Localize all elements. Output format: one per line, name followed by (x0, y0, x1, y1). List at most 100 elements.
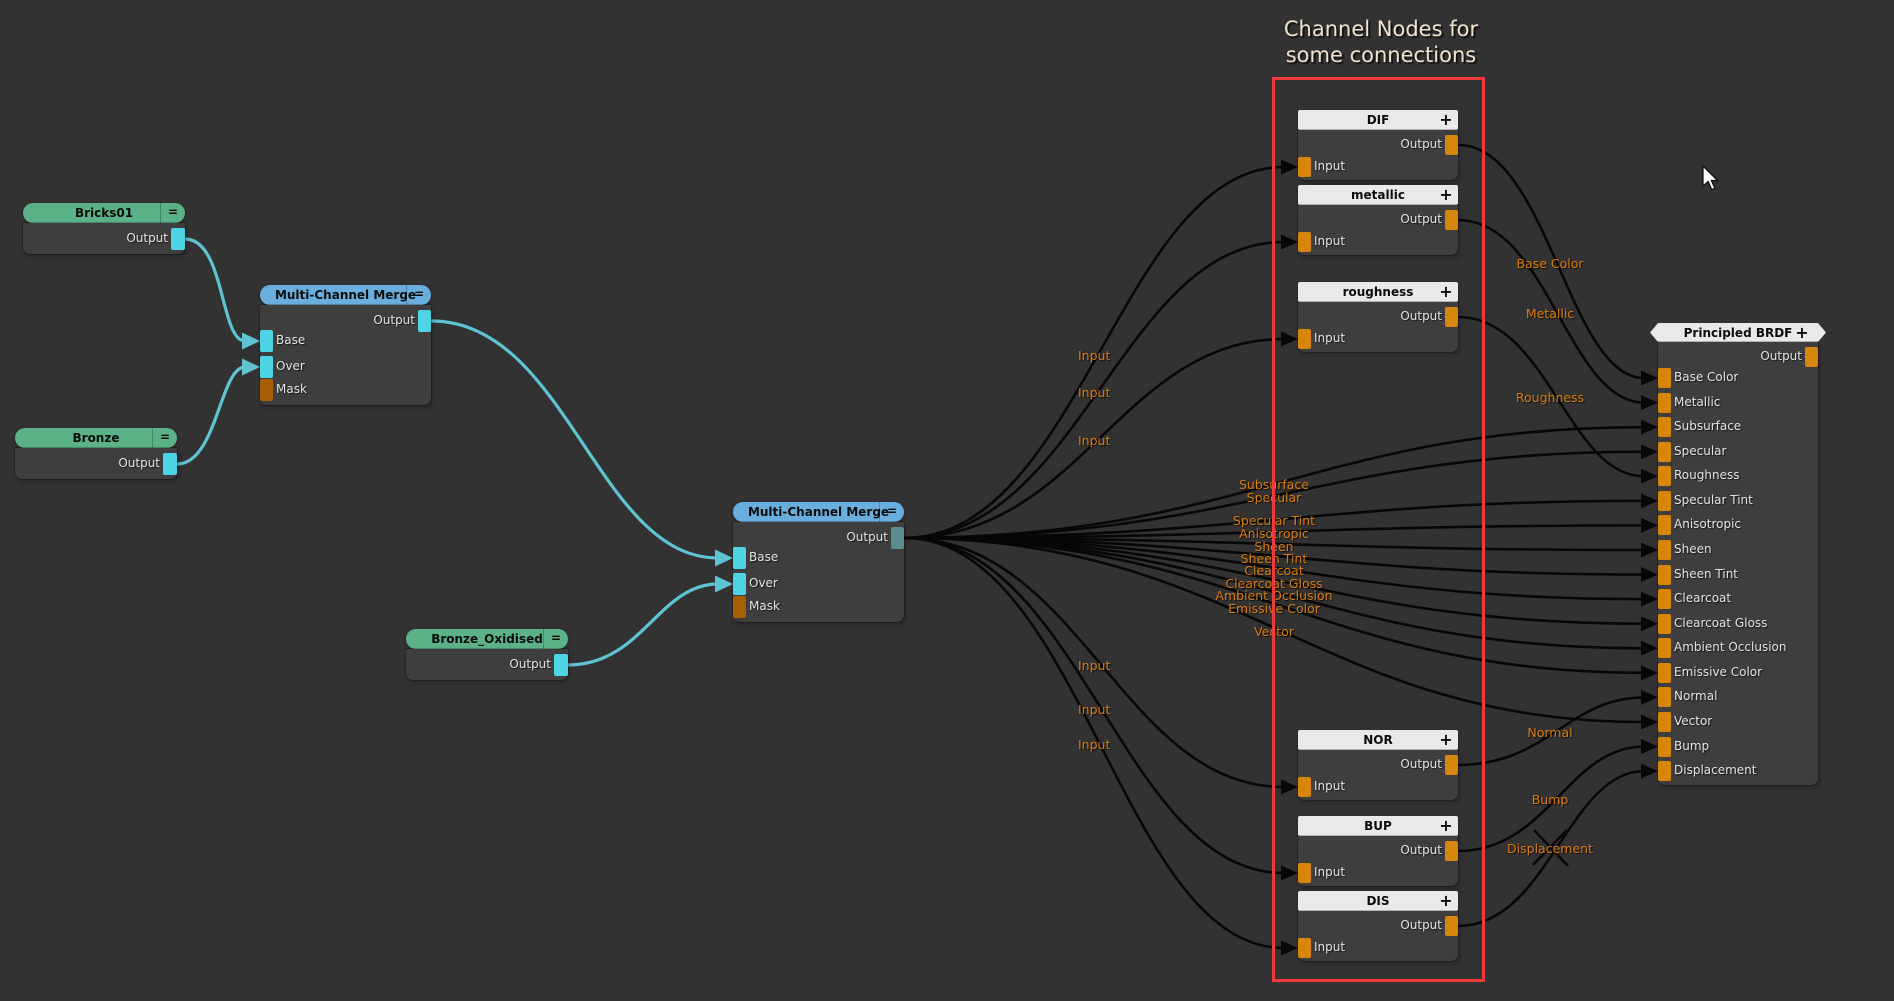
node-header[interactable]: Bricks01= (23, 203, 185, 223)
wire[interactable] (177, 367, 245, 464)
connection-label-input: Input (1078, 737, 1110, 752)
node-menu-icon[interactable]: = (543, 629, 568, 649)
node-header[interactable]: Multi-Channel Merge= (260, 285, 431, 305)
input-socket-displacement[interactable] (1658, 761, 1671, 781)
input-socket-ambient-occlusion[interactable] (1658, 638, 1671, 658)
node-menu-icon[interactable]: = (406, 285, 431, 305)
input-label: Sheen Tint (1674, 567, 1738, 581)
wire-arrowhead (1641, 714, 1658, 729)
wire[interactable] (431, 321, 718, 558)
input-label: Over (276, 359, 305, 373)
add-channel-icon[interactable]: + (1434, 282, 1458, 302)
node-header[interactable]: NOR+ (1298, 730, 1458, 750)
node-editor-canvas[interactable]: Bricks01= Output Bronze= Output Bronze_Oxidi… (0, 0, 1894, 1001)
wire-arrowhead (1641, 493, 1658, 508)
node-header[interactable]: DIS+ (1298, 891, 1458, 911)
node-header[interactable]: DIF+ (1298, 110, 1458, 130)
wire-arrowhead (1641, 592, 1658, 607)
input-socket-base-color[interactable] (1658, 368, 1671, 388)
input-socket-input[interactable] (1298, 157, 1311, 177)
output-socket-output[interactable] (163, 453, 177, 475)
input-socket-base[interactable] (260, 330, 273, 352)
input-socket-subsurface[interactable] (1658, 417, 1671, 437)
output-socket-output[interactable] (1445, 210, 1458, 230)
connection-label-metallic: Metallic (1526, 306, 1574, 321)
annotation-title: Channel Nodes for some connections (1284, 16, 1478, 68)
wire-arrowhead (1641, 764, 1658, 779)
output-socket-output[interactable] (418, 310, 431, 332)
node-menu-icon[interactable]: = (160, 203, 185, 223)
output-socket-output[interactable] (1805, 347, 1818, 367)
input-label: Subsurface (1674, 419, 1741, 433)
input-socket-specular[interactable] (1658, 442, 1671, 462)
node-header[interactable]: Bronze= (15, 428, 177, 448)
output-socket-output[interactable] (1445, 755, 1458, 775)
input-socket-clearcoat-gloss[interactable] (1658, 614, 1671, 634)
input-socket-input[interactable] (1298, 232, 1311, 252)
input-socket-roughness[interactable] (1658, 466, 1671, 486)
input-socket-base[interactable] (733, 547, 746, 569)
input-socket-input[interactable] (1298, 863, 1311, 883)
add-channel-icon[interactable]: + (1790, 323, 1814, 343)
input-socket-anisotropic[interactable] (1658, 515, 1671, 535)
add-channel-icon[interactable]: + (1434, 816, 1458, 836)
input-socket-clearcoat[interactable] (1658, 589, 1671, 609)
wire[interactable] (185, 239, 245, 341)
node-header[interactable]: metallic+ (1298, 185, 1458, 205)
wire[interactable] (568, 584, 718, 665)
input-label: Input (1314, 940, 1345, 954)
wire-arrowhead (715, 576, 733, 593)
input-socket-over[interactable] (260, 356, 273, 378)
output-label: Output (126, 231, 168, 245)
input-socket-sheen[interactable] (1658, 540, 1671, 560)
node-header[interactable]: Principled BRDF+ (1650, 323, 1826, 342)
input-socket-mask[interactable] (733, 596, 746, 618)
node-header[interactable]: Bronze_Oxidised= (406, 629, 568, 649)
wire-arrowhead (1641, 567, 1658, 582)
output-socket-output[interactable] (1445, 307, 1458, 327)
output-socket-output[interactable] (171, 228, 185, 250)
output-label: Output (1400, 212, 1442, 226)
annotation-title-line2: some connections (1284, 42, 1478, 68)
add-channel-icon[interactable]: + (1434, 110, 1458, 130)
input-socket-mask[interactable] (260, 379, 273, 401)
output-socket-output[interactable] (891, 527, 904, 549)
connection-label-input: Input (1078, 433, 1110, 448)
input-label: Mask (749, 599, 780, 613)
input-socket-metallic[interactable] (1658, 393, 1671, 413)
input-label: Normal (1674, 689, 1717, 703)
input-socket-bump[interactable] (1658, 737, 1671, 757)
input-label: Clearcoat Gloss (1674, 616, 1767, 630)
input-label: Specular Tint (1674, 493, 1753, 507)
output-label: Output (1760, 349, 1802, 363)
output-socket-output[interactable] (554, 654, 568, 676)
input-socket-input[interactable] (1298, 329, 1311, 349)
add-channel-icon[interactable]: + (1434, 185, 1458, 205)
input-socket-emissive-color[interactable] (1658, 663, 1671, 683)
node-menu-icon[interactable]: = (879, 502, 904, 522)
node-header[interactable]: roughness+ (1298, 282, 1458, 302)
node-menu-icon[interactable]: = (152, 428, 177, 448)
add-channel-icon[interactable]: + (1434, 730, 1458, 750)
node-header[interactable]: BUP+ (1298, 816, 1458, 836)
output-label: Output (1400, 843, 1442, 857)
add-channel-icon[interactable]: + (1434, 891, 1458, 911)
wire-layer (0, 0, 1894, 1001)
output-socket-output[interactable] (1445, 135, 1458, 155)
wire-arrowhead (1641, 739, 1658, 754)
input-label: Clearcoat (1674, 591, 1731, 605)
input-socket-specular-tint[interactable] (1658, 491, 1671, 511)
input-label: Bump (1674, 739, 1709, 753)
input-socket-input[interactable] (1298, 938, 1311, 958)
output-socket-output[interactable] (1445, 916, 1458, 936)
wire-arrowhead (1281, 332, 1298, 347)
input-socket-normal[interactable] (1658, 687, 1671, 707)
input-socket-sheen-tint[interactable] (1658, 565, 1671, 585)
input-socket-vector[interactable] (1658, 712, 1671, 732)
node-header[interactable]: Multi-Channel Merge= (733, 502, 904, 522)
connection-label-displacement: Displacement (1507, 841, 1593, 856)
input-socket-input[interactable] (1298, 777, 1311, 797)
connection-label-bump: Bump (1532, 792, 1569, 807)
input-socket-over[interactable] (733, 573, 746, 595)
output-socket-output[interactable] (1445, 841, 1458, 861)
